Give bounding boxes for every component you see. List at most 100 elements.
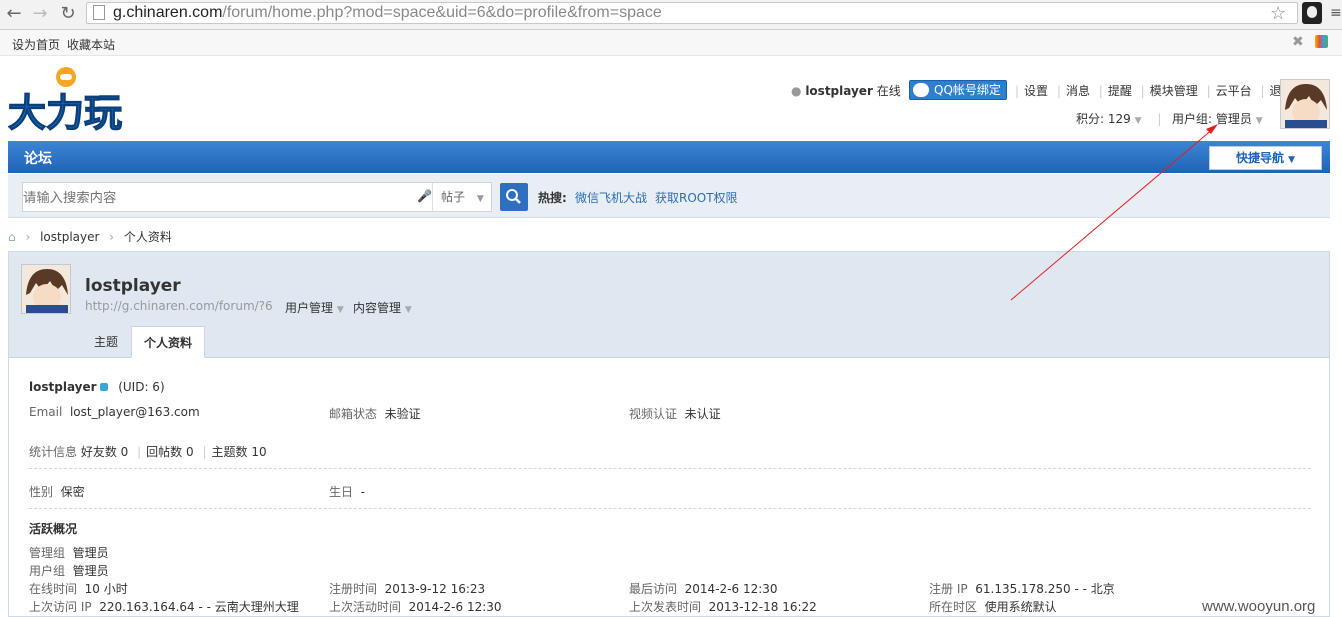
messages-link[interactable]: 消息	[1066, 84, 1090, 98]
menu-icon[interactable]: ≡	[1330, 5, 1342, 21]
search-button[interactable]	[500, 183, 528, 211]
friends-count[interactable]: 好友数 0	[81, 445, 128, 459]
watermark: www.wooyun.org	[1202, 598, 1316, 615]
profile-header: lostplayer http://g.chinaren.com/forum/?…	[9, 252, 1329, 358]
profile-panel: lostplayer http://g.chinaren.com/forum/?…	[8, 251, 1330, 617]
user-group-label: 用户组	[29, 564, 66, 578]
last-visit-row: 最后访问 2014-2-6 12:30	[629, 580, 778, 597]
profile-title-row: lostplayer (UID: 6)	[29, 380, 165, 394]
points-dropdown[interactable]: 积分: 129 ▼ |	[1076, 110, 1173, 127]
replies-count[interactable]: 回帖数 0	[146, 445, 193, 459]
user-admin-label: 用户管理	[285, 301, 334, 315]
back-icon[interactable]: ←	[4, 3, 24, 25]
reg-time-value: 2013-9-12 16:23	[384, 582, 486, 596]
apps-icon[interactable]	[1315, 35, 1328, 48]
add-favorite-link[interactable]: 收藏本站	[67, 36, 115, 53]
user-links: ● lostplayer 在线 |	[791, 82, 919, 99]
reload-icon[interactable]: ↻	[58, 3, 78, 25]
microphone-icon[interactable]: 🎤	[417, 189, 432, 205]
url-text: g.chinaren.com/forum/home.php?mod=space&…	[113, 4, 662, 21]
extension-icon[interactable]	[1302, 2, 1322, 24]
notices-link[interactable]: 提醒	[1108, 84, 1132, 98]
profile-avatar[interactable]	[21, 264, 71, 314]
last-active-label: 上次活动时间	[329, 600, 402, 614]
threads-count[interactable]: 主题数 10	[212, 445, 267, 459]
home-icon[interactable]: ⌂	[8, 230, 16, 244]
user-group-value[interactable]: 管理员	[73, 564, 109, 578]
settings-link[interactable]: 设置	[1024, 84, 1048, 98]
cloud-link[interactable]: 云平台	[1216, 84, 1252, 98]
admin-group-value[interactable]: 管理员	[73, 546, 109, 560]
video-row: 视频认证 未认证	[629, 405, 721, 422]
admin-group-label: 管理组	[29, 546, 66, 560]
user-admin-menu[interactable]: 用户管理 ▼	[285, 299, 344, 316]
reg-time-label: 注册时间	[329, 582, 378, 596]
search-icon	[506, 189, 521, 204]
module-admin-link[interactable]: 模块管理	[1150, 84, 1198, 98]
gender-label: 性别	[29, 485, 54, 499]
set-homepage-link[interactable]: 设为首页	[12, 36, 60, 53]
search-input[interactable]	[23, 183, 413, 211]
last-ip-value: 220.163.164.64 - - 云南大理州大理	[99, 600, 299, 614]
profile-url[interactable]: http://g.chinaren.com/forum/?6	[85, 299, 273, 313]
profile-name: lostplayer	[85, 276, 181, 296]
reg-time-row: 注册时间 2013-9-12 16:23	[329, 580, 485, 597]
tab-profile[interactable]: 个人资料	[131, 326, 206, 358]
stats-label: 统计信息	[29, 445, 78, 459]
site-logo[interactable]: 社区论坛 大力玩	[8, 66, 138, 136]
reg-ip-value: 61.135.178.250 - - 北京	[975, 582, 1115, 596]
stats-row: 统计信息 好友数 0 | 回帖数 0 | 主题数 10	[29, 445, 267, 459]
tab-threads[interactable]: 主题	[82, 326, 130, 358]
close-icon[interactable]: ✖	[1292, 34, 1304, 50]
user-icon: ●	[791, 84, 802, 98]
bookmark-bar: 设为首页 收藏本站 ✖	[0, 30, 1342, 56]
breadcrumb-user[interactable]: lostplayer	[40, 230, 99, 244]
birthday-row: 生日 -	[329, 483, 365, 500]
user-group-row: 用户组 管理员	[29, 562, 109, 579]
last-visit-label: 最后访问	[629, 582, 678, 596]
header-nav-links: |设置 |消息 |提醒 |模块管理 |云平台 |退出	[1010, 82, 1294, 99]
mail-status-label: 邮箱状态	[329, 407, 378, 421]
email-value: lost_player@163.com	[69, 405, 200, 419]
gender-value: 保密	[60, 485, 85, 499]
forward-icon[interactable]: →	[30, 3, 50, 25]
divider	[29, 508, 1311, 509]
usergroup-label: 用户组: 管理员	[1172, 112, 1252, 126]
last-post-label: 上次发表时间	[629, 600, 702, 614]
main-nav: 论坛	[8, 141, 1330, 173]
points-label: 积分: 129	[1076, 112, 1131, 126]
hot-search-item[interactable]: 微信飞机大战	[575, 189, 647, 206]
logo-title: 大力玩	[8, 91, 122, 135]
last-ip-label: 上次访问 IP	[29, 600, 92, 614]
divider	[29, 468, 1311, 469]
activity-title: 活跃概况	[29, 522, 78, 536]
last-visit-value: 2014-2-6 12:30	[684, 582, 778, 596]
page-icon	[93, 5, 105, 20]
timezone-row: 所在时区 使用系统默认	[929, 598, 1057, 615]
star-icon[interactable]: ☆	[1270, 3, 1286, 24]
avatar[interactable]	[1280, 79, 1330, 129]
email-label: Email	[29, 405, 63, 419]
nav-forum[interactable]: 论坛	[24, 148, 52, 168]
usergroup-dropdown[interactable]: 用户组: 管理员 ▼	[1172, 110, 1263, 127]
content-admin-menu[interactable]: 内容管理 ▼	[353, 299, 412, 316]
browser-toolbar: ← → ↻ g.chinaren.com/forum/home.php?mod=…	[0, 0, 1342, 30]
search-type-select[interactable]: 帖子 ▼	[432, 183, 492, 211]
timezone-value: 使用系统默认	[984, 600, 1057, 614]
chevron-down-icon: ▼	[476, 194, 484, 204]
quick-nav-label: 快捷导航	[1235, 151, 1284, 165]
address-bar[interactable]: g.chinaren.com/forum/home.php?mod=space&…	[86, 2, 1298, 24]
logo-subtitle: 社区论坛	[77, 71, 138, 90]
username-link[interactable]: lostplayer	[805, 84, 873, 98]
last-active-row: 上次活动时间 2014-2-6 12:30	[329, 598, 502, 615]
quick-nav-button[interactable]: 快捷导航 ▼	[1209, 146, 1322, 170]
qq-bind-button[interactable]: QQ帐号绑定	[909, 80, 1007, 100]
mail-status-row: 邮箱状态 未验证	[329, 405, 421, 422]
email-row: Email lost_player@163.com	[29, 405, 200, 419]
mail-status-value: 未验证	[384, 407, 421, 421]
admin-group-row: 管理组 管理员	[29, 544, 109, 561]
online-time-label: 在线时间	[29, 582, 78, 596]
breadcrumb: ⌂ › lostplayer › 个人资料	[8, 230, 172, 244]
hot-search-item[interactable]: 获取ROOT权限	[655, 189, 738, 206]
last-post-row: 上次发表时间 2013-12-18 16:22	[629, 598, 817, 615]
